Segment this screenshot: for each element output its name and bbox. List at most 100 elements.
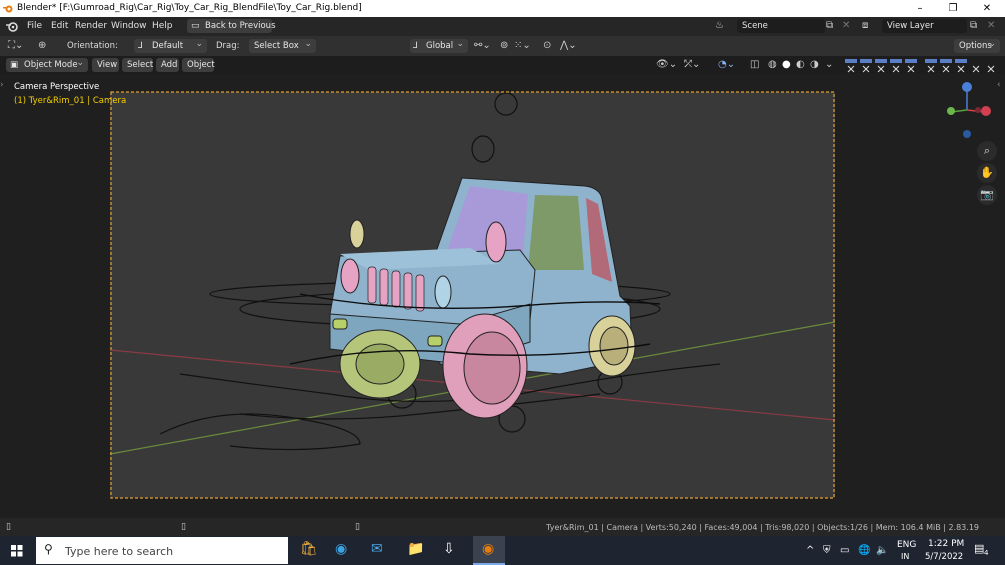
toolbar-expand-icon[interactable]: › (0, 80, 4, 90)
transform-pivot-icon[interactable]: ⊕ (38, 39, 46, 53)
select-menu[interactable]: Select (122, 58, 153, 72)
wireframe-shading-icon[interactable]: ◍ (768, 58, 777, 72)
new-scene-icon[interactable]: ⧉ (826, 19, 833, 33)
mode-value: Object Mode (24, 60, 78, 70)
global-axes-icon: ⅃ (413, 41, 418, 51)
menu-window[interactable]: Window (111, 21, 147, 31)
close-button[interactable]: ✕ (972, 1, 1002, 16)
back-to-previous-button[interactable]: ▭ Back to Previous (187, 19, 276, 33)
taskbar-search-box[interactable]: ⚲ Type here to search (36, 537, 288, 564)
notification-count: 4 (984, 549, 989, 557)
menu-help[interactable]: Help (152, 21, 173, 31)
notification-icon: ▤ (974, 542, 985, 555)
axes-icon: ⅃ (138, 41, 143, 51)
maximize-button[interactable]: ❐ (938, 1, 968, 16)
proportional-editing-icon[interactable]: ⊙ (543, 39, 551, 53)
notifications-button[interactable]: ▤ 4 (974, 542, 990, 557)
blender-taskbar-button[interactable]: ◉ (473, 536, 505, 565)
orientation-label: Orientation: (67, 41, 118, 51)
mouse-right-icon: ▯ (355, 522, 360, 532)
drag-value: Select Box (254, 41, 299, 51)
3d-viewport[interactable]: Camera Perspective (1) Tyer&Rim_01 | Cam… (0, 74, 1005, 518)
tool-settings-header: ⛶⌄ ⊕ Orientation: ⅃ Default Drag: Select… (0, 36, 1005, 56)
show-hidden-icons-icon[interactable]: ^ (806, 544, 814, 558)
language-region[interactable]: IN (901, 552, 909, 561)
rendered-shading-icon[interactable]: ◑ (810, 58, 819, 72)
view-layer-icon[interactable]: ⧈ (862, 19, 868, 33)
new-view-layer-icon[interactable]: ⧉ (970, 19, 977, 33)
blender-menu-icon[interactable] (6, 21, 18, 32)
screen-icon: ▭ (191, 21, 200, 31)
active-object-label: (1) Tyer&Rim_01 | Camera (14, 96, 127, 106)
object-mode-icon: ▣ (10, 60, 19, 70)
shading-options-icon[interactable]: ⌄ (825, 58, 833, 72)
options-dropdown[interactable]: Options (954, 37, 1000, 53)
windows-taskbar: ⚲ Type here to search 🛍 ◉ ✉ 📁 ⇩ ◉ ^ ⛨ ▭ … (0, 536, 1005, 565)
orientation-value: Default (152, 41, 184, 51)
search-icon: ⚲ (44, 542, 53, 556)
clock-time[interactable]: 1:22 PM (928, 539, 964, 549)
camera-view-icon[interactable]: 📷 (977, 185, 997, 205)
add-menu[interactable]: Add (156, 58, 179, 72)
falloff-icon[interactable]: ⋀⌄ (560, 39, 577, 53)
microsoft-store-icon[interactable]: 🛍 (300, 542, 318, 556)
clock-date[interactable]: 5/7/2022 (925, 552, 963, 562)
delete-scene-icon[interactable]: ✕ (842, 19, 850, 33)
scene-name: Scene (742, 21, 768, 31)
select-menu-label: Select (127, 60, 154, 70)
view-menu-label: View (97, 60, 118, 70)
tool-select-icon[interactable]: ⛶⌄ (8, 39, 23, 53)
volume-icon[interactable]: 🔈 (876, 544, 888, 558)
material-shading-icon[interactable]: ◐ (796, 58, 805, 72)
window-title: Blender* [F:\Gumroad_Rig\Car_Rig\Toy_Car… (17, 3, 362, 13)
view-menu[interactable]: View (92, 58, 119, 72)
language-code[interactable]: ENG (897, 540, 916, 550)
status-bar: ▯ ▯ ▯ Tyer&Rim_01 | Camera | Verts:50,24… (0, 518, 1005, 536)
minimize-button[interactable]: – (905, 1, 935, 16)
menu-file[interactable]: File (27, 21, 42, 31)
xray-icon[interactable]: ◫ (750, 58, 759, 72)
installer-app-icon[interactable]: ⇩ (443, 542, 455, 556)
options-label: Options (959, 41, 992, 51)
sidebar-expand-icon[interactable]: ‹ (997, 80, 1001, 90)
drag-label: Drag: (216, 41, 240, 51)
battery-icon[interactable]: ▭ (840, 544, 849, 558)
orientation-dropdown[interactable]: ⅃ Default (134, 37, 207, 53)
mode-dropdown[interactable]: ▣ Object Mode (6, 56, 88, 72)
windows-start-icon[interactable] (11, 545, 23, 557)
view-layer-name: View Layer (887, 21, 934, 31)
menu-bar: File Edit Render Window Help ▭ Back to P… (0, 17, 1005, 36)
scene-icon[interactable]: ♨ (715, 19, 724, 33)
blender-app-icon: ◉ (482, 541, 495, 557)
network-globe-icon[interactable]: 🌐 (858, 544, 870, 558)
menu-render[interactable]: Render (75, 21, 107, 31)
object-menu-label: Object (187, 60, 215, 70)
gizmo-icon[interactable]: ⤱⌄ (684, 58, 700, 72)
drag-dropdown[interactable]: Select Box (249, 37, 316, 53)
visibility-icon[interactable]: 👁⌄ (656, 58, 677, 72)
scene-field[interactable]: Scene (737, 19, 825, 33)
snap-icon[interactable]: ⊚ (500, 39, 508, 53)
file-explorer-icon[interactable]: 📁 (407, 542, 424, 556)
delete-view-layer-icon[interactable]: ✕ (987, 19, 995, 33)
mouse-left-icon: ▯ (6, 522, 11, 532)
collection-visibility-toggles[interactable] (845, 59, 1003, 73)
search-placeholder: Type here to search (65, 545, 174, 558)
solid-shading-icon[interactable]: ● (782, 58, 791, 72)
mail-icon[interactable]: ✉ (371, 542, 383, 556)
view-layer-field[interactable]: View Layer (882, 19, 967, 33)
overlays-icon[interactable]: ◔⌄ (718, 58, 735, 72)
menu-edit[interactable]: Edit (51, 21, 68, 31)
security-icon[interactable]: ⛨ (823, 544, 831, 558)
add-menu-label: Add (161, 60, 178, 70)
camera-perspective-label: Camera Perspective (14, 82, 100, 92)
snap-increment-icon[interactable]: ⁙⌄ (514, 39, 531, 53)
object-menu[interactable]: Object (182, 58, 215, 72)
pivot-point-icon[interactable]: ⚯⌄ (474, 39, 491, 53)
zoom-icon[interactable]: ⌕ (977, 141, 997, 161)
viewport-scene[interactable] (0, 74, 1005, 518)
blender-logo-icon (3, 5, 13, 13)
pan-hand-icon[interactable]: ✋ (977, 163, 997, 183)
transform-orientation-dropdown[interactable]: ⅃ Global (410, 37, 468, 53)
edge-browser-icon[interactable]: ◉ (335, 542, 347, 556)
